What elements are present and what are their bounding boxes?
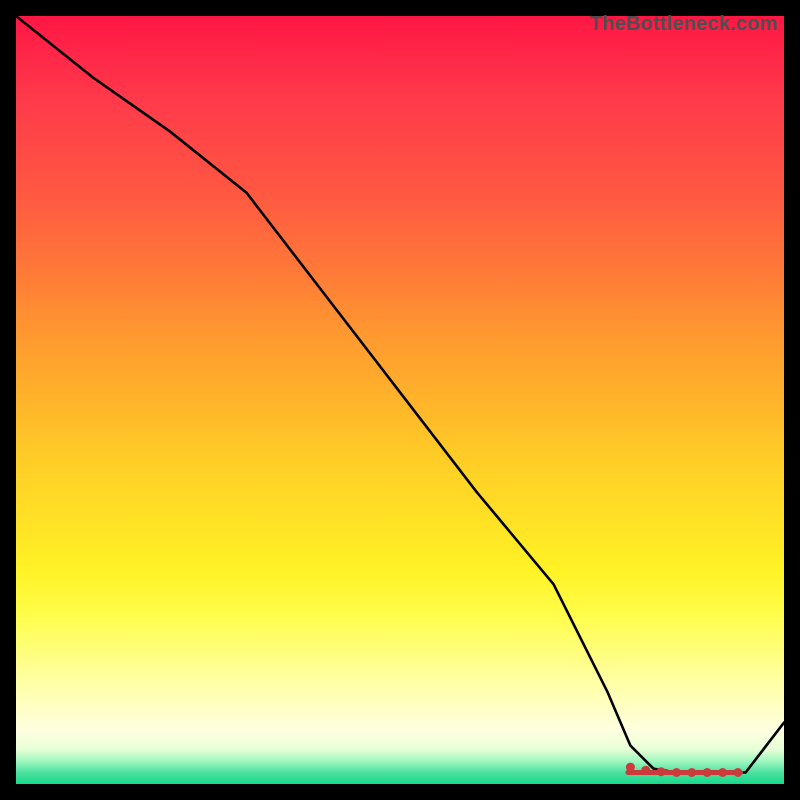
- gradient-plot-area: TheBottleneck.com: [16, 16, 784, 784]
- optimal-range-markers: [625, 763, 743, 777]
- marker-dot: [733, 768, 742, 777]
- chart-frame: TheBottleneck.com: [0, 0, 800, 800]
- marker-dot: [641, 766, 650, 775]
- marker-dot: [687, 768, 696, 777]
- marker-dot: [626, 763, 635, 772]
- marker-dot: [672, 768, 681, 777]
- marker-dot: [703, 768, 712, 777]
- marker-dot: [718, 768, 727, 777]
- marker-dot: [657, 767, 666, 776]
- bottleneck-curve: [16, 16, 784, 773]
- chart-overlay: [16, 16, 784, 784]
